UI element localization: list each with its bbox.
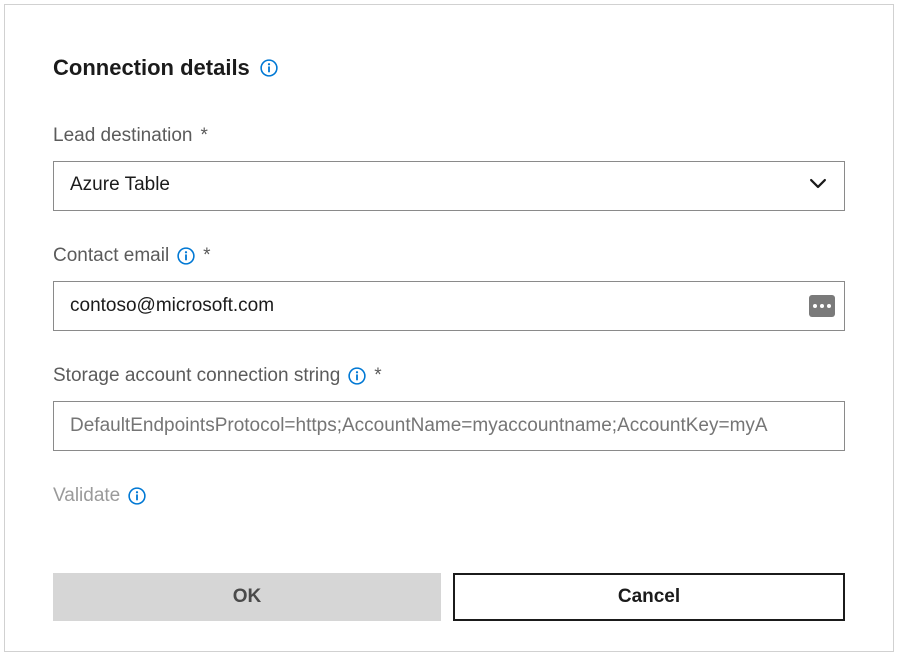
required-indicator: * — [203, 245, 210, 267]
heading-row: Connection details — [53, 55, 845, 81]
contact-email-field: Contact email * — [53, 245, 845, 331]
ellipsis-icon[interactable] — [809, 295, 835, 317]
contact-email-input[interactable] — [53, 281, 845, 331]
connection-string-label: Storage account connection string — [53, 365, 340, 387]
connection-string-field: Storage account connection string * — [53, 365, 845, 451]
ok-button[interactable]: OK — [53, 573, 441, 621]
cancel-button[interactable]: Cancel — [453, 573, 845, 621]
connection-string-input-wrapper — [53, 401, 845, 451]
lead-destination-value: Azure Table — [53, 161, 845, 211]
dialog-heading: Connection details — [53, 55, 250, 81]
info-icon[interactable] — [260, 59, 278, 77]
field-label-row: Storage account connection string * — [53, 365, 845, 387]
lead-destination-field: Lead destination * Azure Table — [53, 125, 845, 211]
required-indicator: * — [374, 365, 381, 387]
field-label-row: Contact email * — [53, 245, 845, 267]
contact-email-label: Contact email — [53, 245, 169, 267]
required-indicator: * — [200, 125, 207, 147]
lead-destination-select[interactable]: Azure Table — [53, 161, 845, 211]
field-label-row: Lead destination * — [53, 125, 845, 147]
connection-details-dialog: Connection details Lead destination * Az… — [4, 4, 894, 652]
button-row: OK Cancel — [53, 573, 845, 621]
lead-destination-label: Lead destination — [53, 125, 192, 147]
contact-email-input-wrapper — [53, 281, 845, 331]
validate-row: Validate — [53, 485, 845, 507]
connection-string-input[interactable] — [53, 401, 845, 451]
info-icon[interactable] — [128, 487, 146, 505]
info-icon[interactable] — [177, 247, 195, 265]
info-icon[interactable] — [348, 367, 366, 385]
validate-link[interactable]: Validate — [53, 485, 120, 507]
